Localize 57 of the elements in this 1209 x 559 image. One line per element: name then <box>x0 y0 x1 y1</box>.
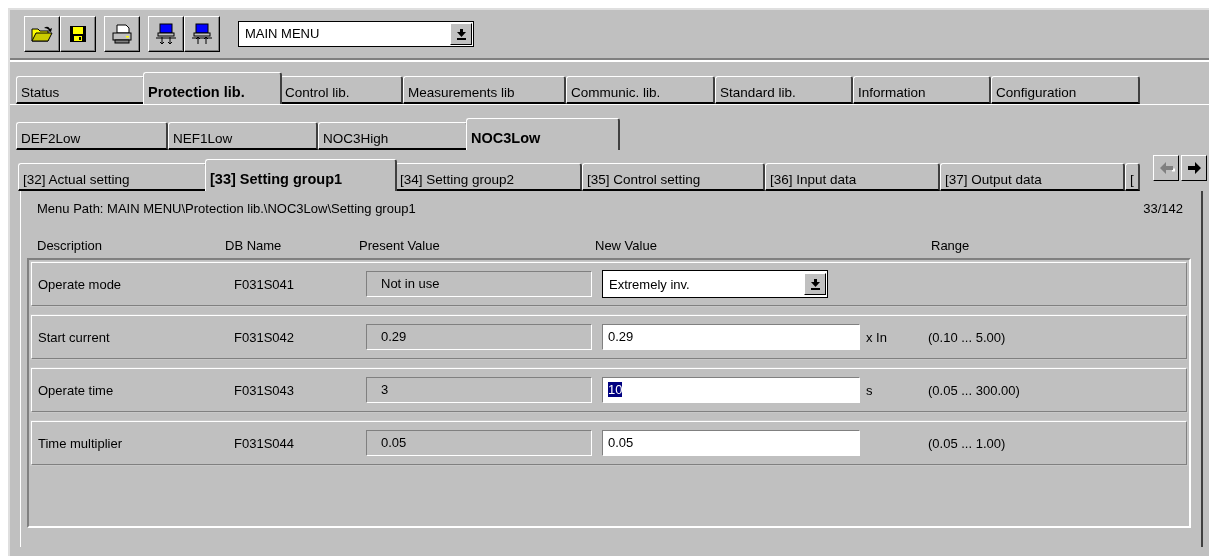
tab[interactable]: [32] Actual setting <box>18 163 207 191</box>
dropdown-arrow-icon <box>456 28 466 40</box>
tab[interactable]: Status <box>16 76 145 104</box>
new-value-field[interactable]: 0.29 <box>602 324 860 350</box>
present-value-field: 3 <box>366 377 592 403</box>
tab[interactable]: [33] Setting group1 <box>205 159 397 191</box>
unit-label: x In <box>866 329 887 345</box>
new-value-field[interactable]: 10 <box>602 377 860 403</box>
unit-label: s <box>866 382 873 398</box>
present-value-field: Not in use <box>366 271 592 297</box>
tab[interactable]: Information <box>853 76 991 104</box>
present-value-field: 0.05 <box>366 430 592 456</box>
dropdown-arrow-icon <box>810 278 820 290</box>
tab[interactable]: Measurements lib <box>403 76 566 104</box>
tab[interactable]: [35] Control setting <box>582 163 765 191</box>
db-name: F031S044 <box>234 435 295 451</box>
upload-computer-icon[interactable] <box>184 16 220 52</box>
db-name: F031S041 <box>234 276 295 292</box>
column-header: New Value <box>595 238 658 253</box>
column-header: DB Name <box>225 238 283 253</box>
db-name: F031S043 <box>234 382 295 398</box>
new-value-field[interactable]: 0.05 <box>602 430 860 456</box>
present-value-field: 0.29 <box>366 324 592 350</box>
save-icon[interactable] <box>60 16 96 52</box>
tab[interactable]: Communic. lib. <box>566 76 715 104</box>
tab[interactable]: [37] Output data <box>940 163 1125 191</box>
range-label: (0.10 ... 5.00) <box>928 329 1006 345</box>
setting-description: Operate time <box>38 382 115 398</box>
tab[interactable]: [34] Setting group2 <box>395 163 582 191</box>
tab[interactable]: DEF2Low <box>16 122 168 150</box>
range-label: (0.05 ... 1.00) <box>928 435 1006 451</box>
tab[interactable]: NOC3High <box>318 122 468 150</box>
tab[interactable]: Protection lib. <box>143 72 282 104</box>
column-header: Present Value <box>359 238 441 253</box>
right-arrow-icon <box>1185 160 1203 176</box>
menu-path: Menu Path: MAIN MENU\Protection lib.\NOC3Low\Setting group1 <box>37 201 416 216</box>
setting-description: Start current <box>38 329 111 345</box>
download-computer-icon[interactable] <box>148 16 184 52</box>
page-counter: 33/142 <box>1143 201 1183 216</box>
range-label: (0.05 ... 300.00) <box>928 382 1020 398</box>
tab[interactable]: [ <box>1125 163 1140 191</box>
tab[interactable]: Configuration <box>991 76 1140 104</box>
setting-description: Operate mode <box>38 276 123 292</box>
column-header: Range <box>931 238 971 253</box>
open-folder-icon[interactable] <box>24 16 60 52</box>
tab[interactable]: Standard lib. <box>715 76 853 104</box>
column-header: Description <box>37 238 104 253</box>
tab[interactable]: NEF1Low <box>168 122 318 150</box>
tab[interactable]: Control lib. <box>280 76 403 104</box>
tab[interactable]: [36] Input data <box>765 163 940 191</box>
setting-description: Time multiplier <box>38 435 124 451</box>
tab[interactable]: NOC3Low <box>466 118 620 150</box>
printer-icon[interactable] <box>104 16 140 52</box>
menu-dropdown[interactable]: MAIN MENU <box>238 21 474 47</box>
db-name: F031S042 <box>234 329 295 345</box>
scroll-right-button[interactable] <box>1181 155 1207 181</box>
new-value-dropdown[interactable]: Extremely inv. <box>602 270 828 298</box>
